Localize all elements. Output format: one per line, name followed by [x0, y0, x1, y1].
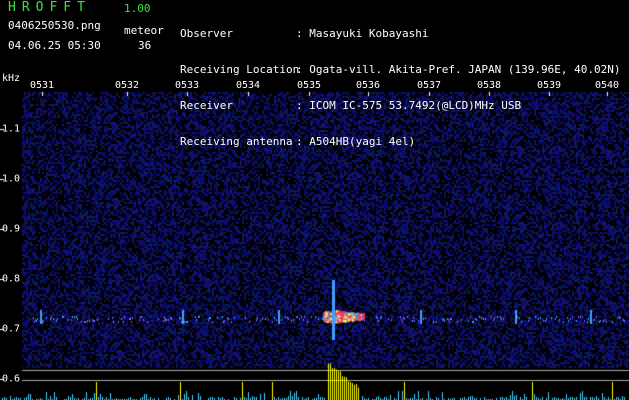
x-tick-label: 0538 [476, 80, 502, 91]
x-tick-label: 0533 [174, 80, 200, 91]
y-tick-label: 0.7 [2, 323, 21, 335]
meta-value-antenna: : A504HB(yagi 4el) [296, 135, 416, 148]
meta-label-location: Receiving Location [180, 63, 300, 76]
x-tick-label: 0536 [355, 80, 381, 91]
meta-value-location: : Ogata-vill. Akita-Pref. JAPAN (139.96E… [296, 63, 621, 76]
x-tick-label: 0535 [296, 80, 322, 91]
meta-values: : Masayuki Kobayashi : Ogata-vill. Akita… [296, 4, 621, 160]
y-tick-label: 0.6 [2, 373, 21, 385]
app-version: 1.00 [124, 2, 151, 15]
mode-label: meteor [124, 24, 164, 37]
y-tick-label: 0.8 [2, 273, 21, 285]
axis-unit: kHz [2, 73, 21, 84]
date-time: 04.06.25 05:30 [8, 39, 101, 52]
x-tick-label: 0540 [594, 80, 620, 91]
file-name: 0406250530.png [8, 19, 101, 32]
meta-label-observer: Observer [180, 27, 233, 40]
meta-value-observer: : Masayuki Kobayashi [296, 27, 429, 40]
x-tick-label: 0539 [536, 80, 562, 91]
x-tick-label: 0532 [114, 80, 140, 91]
x-tick-label: 0534 [235, 80, 261, 91]
meta-label-antenna: Receiving antenna [180, 135, 293, 148]
meta-value-receiver: : ICOM IC-575 53.7492(@LCD)MHz USB [296, 99, 522, 112]
y-tick-label: 0.9 [2, 223, 21, 235]
y-tick-label: 1.1 [2, 123, 21, 135]
meteor-count: 36 [138, 39, 152, 52]
app-title: HROFFT [8, 0, 91, 15]
meta-label-receiver: Receiver [180, 99, 233, 112]
y-tick-label: 1.0 [2, 173, 21, 185]
x-tick-label: 0531 [29, 80, 55, 91]
x-tick-label: 0537 [416, 80, 442, 91]
